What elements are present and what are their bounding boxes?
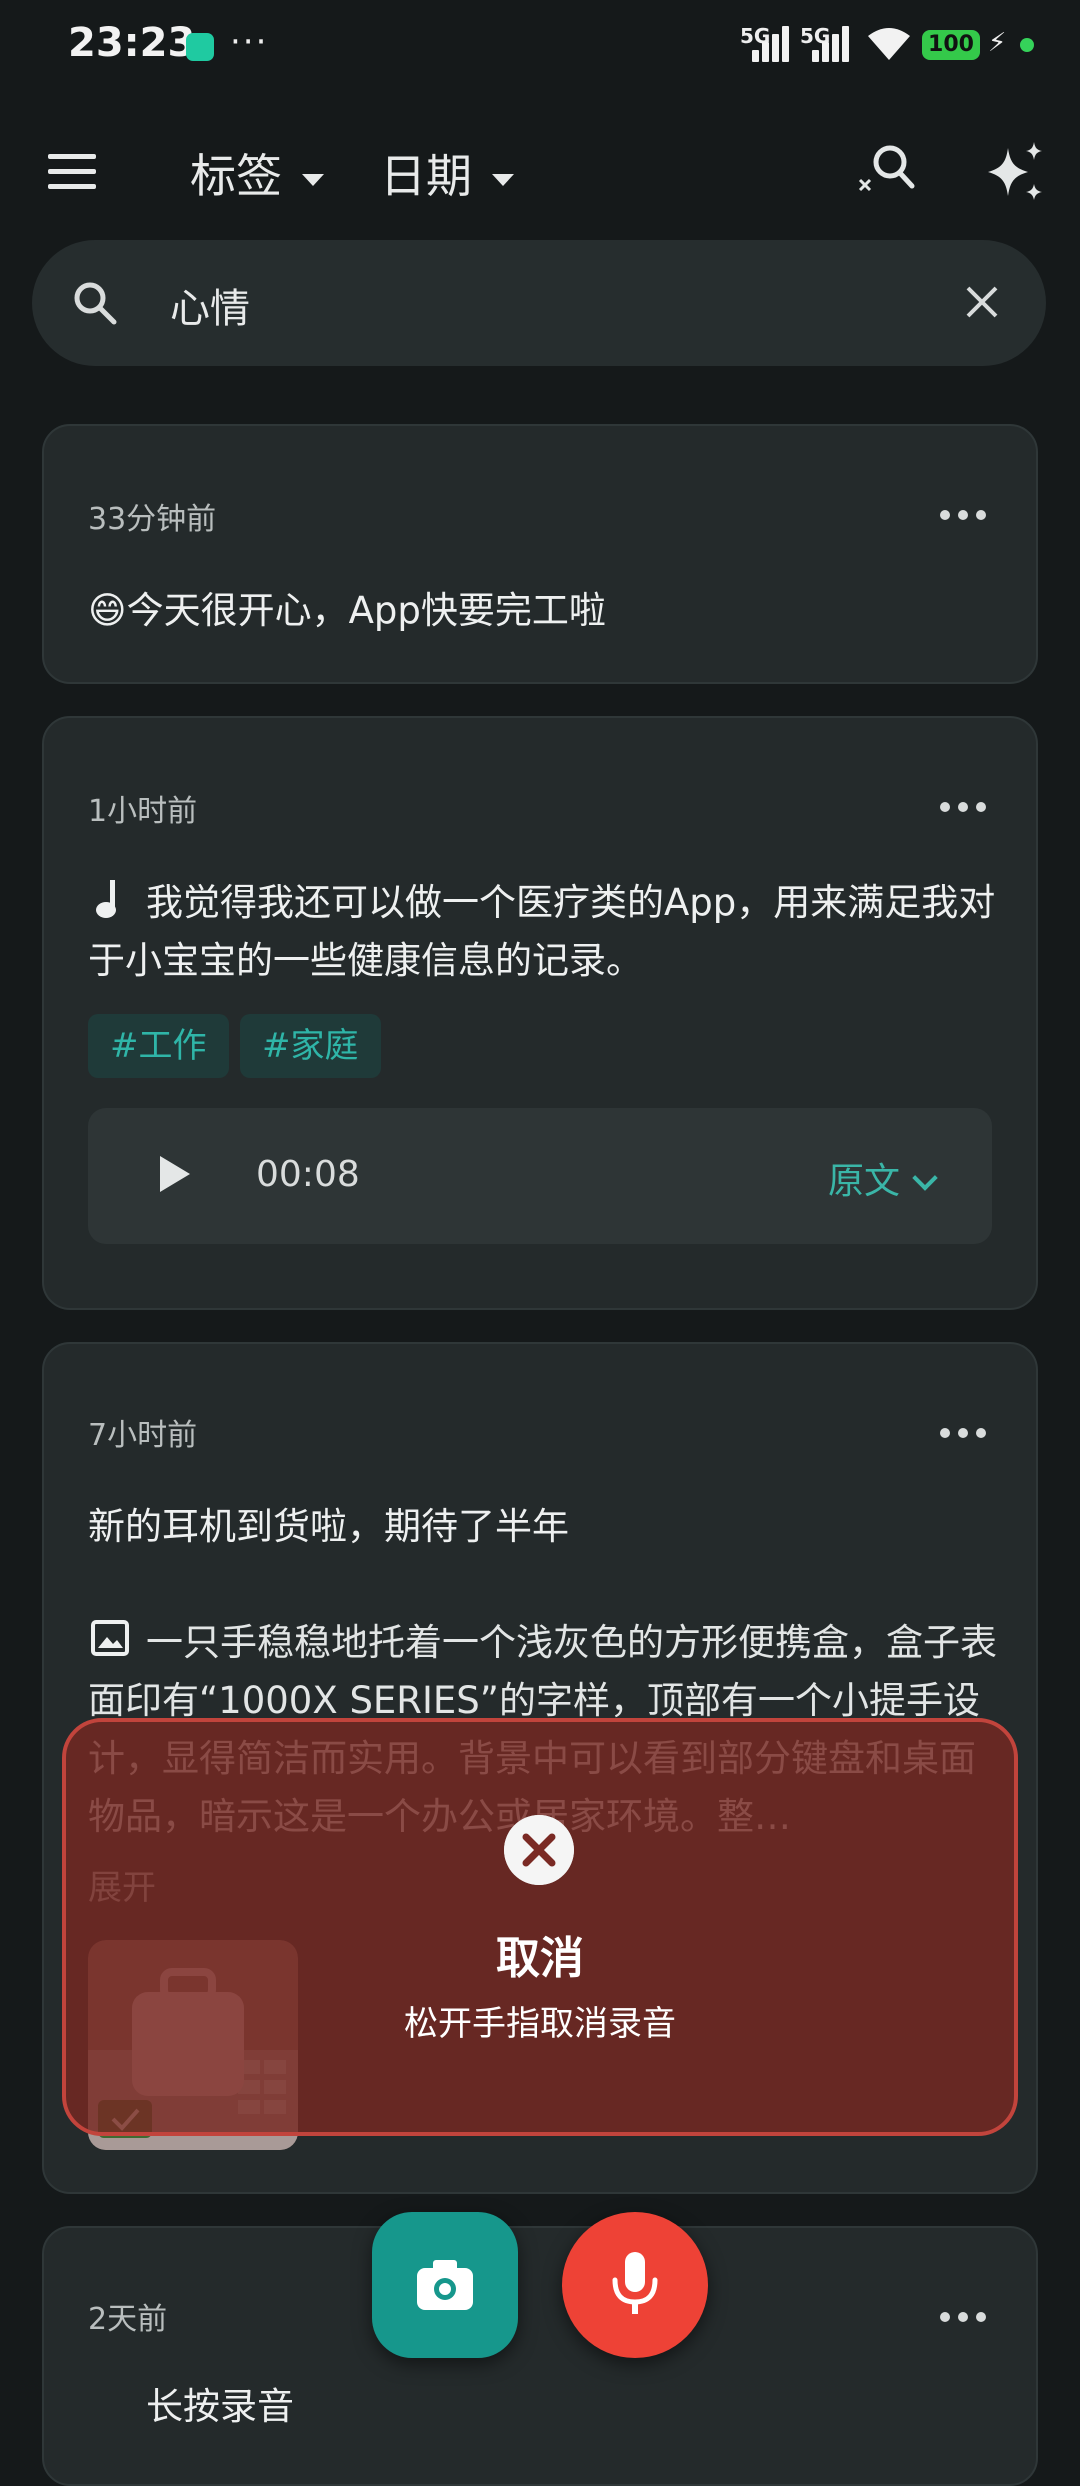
date-filter-dropdown[interactable]: 日期 — [380, 140, 514, 206]
tag-filter-dropdown[interactable]: 标签 — [190, 140, 324, 206]
tag-chip[interactable]: #工作 — [88, 1014, 229, 1078]
battery-indicator: 100 — [922, 30, 980, 60]
camera-icon — [417, 2260, 473, 2310]
wifi-icon — [868, 28, 910, 60]
status-bar: 23:23 ··· 5G 5G 100 ⚡ — [0, 0, 1080, 92]
image-icon — [91, 1620, 129, 1656]
sparkle-icon[interactable] — [984, 140, 1048, 204]
tag-filter-label: 标签 — [190, 149, 282, 203]
search-icon — [74, 282, 117, 325]
search-bar[interactable]: 心情 — [32, 240, 1046, 366]
search-ai-icon[interactable] — [856, 140, 916, 200]
chevron-down-icon — [912, 1165, 938, 1191]
audio-duration: 00:08 — [256, 1154, 360, 1195]
clear-search-icon[interactable] — [962, 282, 1002, 322]
note-text: 我觉得我还可以做一个医疗类的App，用来满足我对于小宝宝的一些健康信息的记录。 — [88, 881, 996, 982]
record-voice-button[interactable] — [562, 2212, 708, 2358]
more-notifications-icon: ··· — [230, 22, 269, 62]
music-note-icon — [96, 880, 116, 918]
status-time: 23:23 — [68, 20, 196, 66]
privacy-indicator — [1020, 38, 1034, 52]
microphone-icon — [612, 2252, 658, 2314]
app-notification-icon — [186, 33, 214, 61]
cancel-title: 取消 — [496, 1933, 584, 1984]
signal-icon — [752, 24, 792, 62]
show-transcript-label: 原文 — [828, 1161, 901, 1202]
more-options-icon[interactable] — [934, 506, 994, 526]
date-filter-label: 日期 — [380, 149, 472, 203]
chevron-down-icon — [492, 173, 514, 186]
tag-chip[interactable]: #家庭 — [240, 1014, 381, 1078]
play-icon[interactable] — [160, 1156, 190, 1192]
note-text: 长按录音 — [146, 2385, 294, 2428]
note-card[interactable]: 1小时前 我觉得我还可以做一个医疗类的App，用来满足我对于小宝宝的一些健康信息… — [42, 716, 1038, 1310]
more-options-icon[interactable] — [934, 2308, 994, 2328]
note-timestamp: 33分钟前 — [88, 502, 217, 537]
search-input[interactable]: 心情 — [170, 276, 250, 334]
note-text: 新的耳机到货啦，期待了半年 — [88, 1505, 569, 1548]
note-card[interactable]: 2天前 长按录音 — [42, 2226, 1038, 2486]
audio-player: 00:08 原文 — [88, 1108, 992, 1244]
chevron-down-icon — [302, 173, 324, 186]
show-transcript-button[interactable]: 原文 — [828, 1152, 938, 1204]
more-options-icon[interactable] — [934, 798, 994, 818]
note-text: 😄今天很开心，App快要完工啦 — [88, 589, 606, 632]
charging-icon: ⚡ — [988, 28, 1007, 58]
signal-icon — [812, 24, 852, 62]
more-options-icon[interactable] — [934, 1424, 994, 1444]
note-timestamp: 1小时前 — [88, 794, 198, 829]
menu-icon[interactable] — [48, 154, 98, 190]
note-timestamp: 7小时前 — [88, 1418, 198, 1453]
note-card[interactable]: 33分钟前 😄今天很开心，App快要完工啦 — [42, 424, 1038, 684]
close-icon — [504, 1815, 574, 1885]
cancel-hint: 松开手指取消录音 — [404, 2004, 676, 2044]
note-timestamp: 2天前 — [88, 2302, 168, 2337]
camera-button[interactable] — [372, 2212, 518, 2358]
